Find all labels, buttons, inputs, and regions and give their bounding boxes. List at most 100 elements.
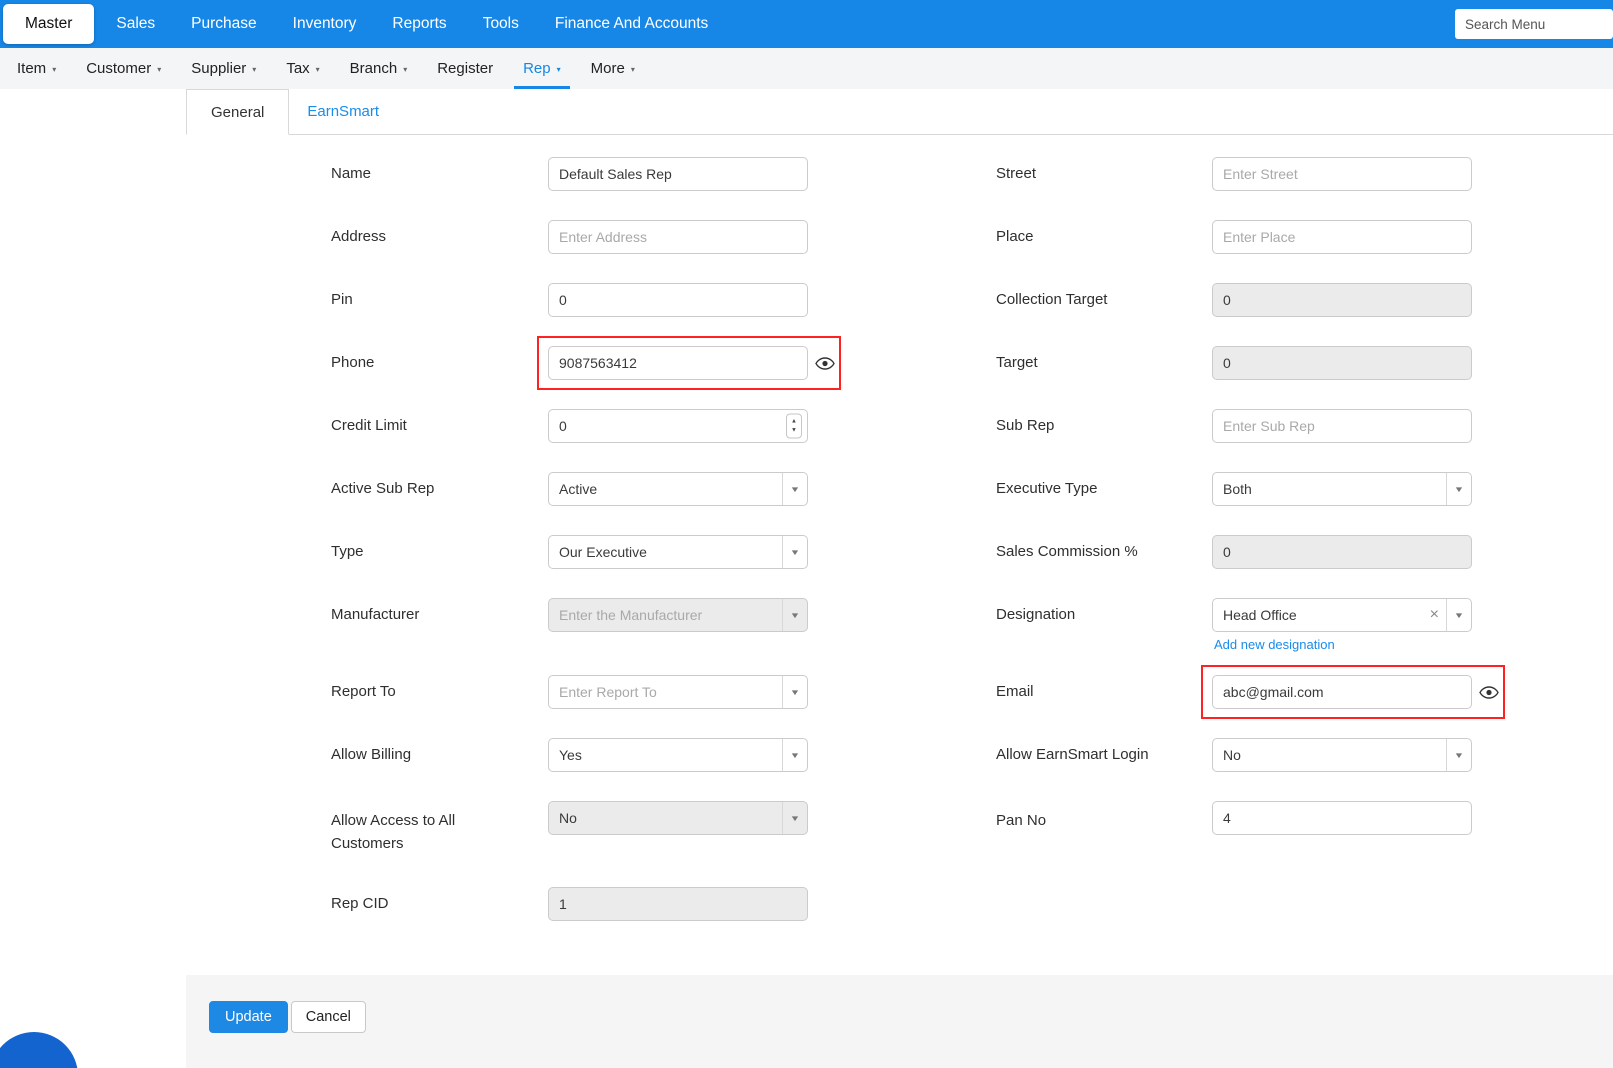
number-stepper[interactable]: ▲ ▼ xyxy=(786,414,802,439)
name-input[interactable] xyxy=(548,157,808,191)
form-row: Type Our Executive ▼ Sales Commission % xyxy=(331,535,1613,569)
target-input xyxy=(1212,346,1472,380)
subnav-label-item: Item xyxy=(17,60,46,77)
remove-designation-icon[interactable]: × xyxy=(1430,607,1439,623)
rep-form: Name Street Address Place Pin Collection… xyxy=(0,135,1613,921)
subnav-item-more[interactable]: More ▾ xyxy=(576,48,650,89)
add-new-designation-link[interactable]: Add new designation xyxy=(1214,637,1335,652)
top-nav-items: Master Sales Purchase Inventory Reports … xyxy=(3,0,726,48)
form-row: Pin Collection Target xyxy=(331,283,1613,317)
field-label-email: Email xyxy=(996,680,1212,703)
subnav-label-branch: Branch xyxy=(350,60,398,77)
select-value: Our Executive xyxy=(549,544,782,560)
email-input[interactable] xyxy=(1212,675,1472,709)
collection-target-input xyxy=(1212,283,1472,317)
rep-cid-input xyxy=(548,887,808,921)
form-row: Name Street xyxy=(331,157,1613,191)
chevron-down-icon: ▾ xyxy=(403,65,407,74)
chevron-down-icon: ▾ xyxy=(52,65,56,74)
designation-tag: Head Office xyxy=(1213,607,1430,623)
pan-no-input[interactable] xyxy=(1212,801,1472,835)
report-to-select[interactable]: Enter Report To ▼ xyxy=(548,675,808,709)
field-label-phone: Phone xyxy=(331,351,548,374)
select-value: No xyxy=(1213,747,1446,763)
field-label-name: Name xyxy=(331,162,548,185)
executive-type-select[interactable]: Both ▼ xyxy=(1212,472,1472,506)
place-input[interactable] xyxy=(1212,220,1472,254)
form-row: Report To Enter Report To ▼ Email xyxy=(331,675,1613,709)
field-label-rep-cid: Rep CID xyxy=(331,892,548,915)
pin-input[interactable] xyxy=(548,283,808,317)
credit-limit-input[interactable] xyxy=(548,409,808,443)
search-menu-input[interactable] xyxy=(1455,9,1613,39)
active-sub-rep-select[interactable]: Active ▼ xyxy=(548,472,808,506)
field-label-sales-commission: Sales Commission % xyxy=(996,540,1212,563)
designation-select[interactable]: Head Office × ▼ xyxy=(1212,598,1472,632)
field-label-place: Place xyxy=(996,225,1212,248)
subnav-item-customer[interactable]: Customer ▾ xyxy=(71,48,176,89)
tab-general[interactable]: General xyxy=(186,89,289,135)
subnav-item-register[interactable]: Register xyxy=(422,48,508,89)
field-label-executive-type: Executive Type xyxy=(996,477,1212,500)
field-label-address: Address xyxy=(331,225,548,248)
field-label-sub-rep: Sub Rep xyxy=(996,414,1212,437)
nav-finance-and-accounts[interactable]: Finance And Accounts xyxy=(537,0,726,48)
nav-purchase[interactable]: Purchase xyxy=(173,0,274,48)
subnav-item-tax[interactable]: Tax ▾ xyxy=(271,48,334,89)
cancel-button[interactable]: Cancel xyxy=(291,1001,366,1033)
chevron-down-icon: ▼ xyxy=(1446,739,1471,771)
subnav-label-supplier: Supplier xyxy=(191,60,246,77)
phone-highlight-region xyxy=(548,346,835,380)
type-select[interactable]: Our Executive ▼ xyxy=(548,535,808,569)
stepper-down-icon: ▼ xyxy=(791,426,797,435)
chevron-down-icon: ▾ xyxy=(557,65,561,74)
field-label-credit-limit: Credit Limit xyxy=(331,414,548,437)
field-label-active-sub-rep: Active Sub Rep xyxy=(331,477,548,500)
select-value: Yes xyxy=(549,747,782,763)
field-label-report-to: Report To xyxy=(331,680,548,703)
nav-inventory[interactable]: Inventory xyxy=(275,0,375,48)
chevron-down-icon: ▼ xyxy=(782,473,807,505)
nav-reports[interactable]: Reports xyxy=(374,0,464,48)
email-highlight-region xyxy=(1212,675,1499,709)
subnav-label-register: Register xyxy=(437,60,493,77)
chevron-down-icon: ▼ xyxy=(1446,599,1471,631)
subnav-item-item[interactable]: Item ▾ xyxy=(2,48,71,89)
subnav-item-supplier[interactable]: Supplier ▾ xyxy=(176,48,271,89)
sub-navbar: Item ▾ Customer ▾ Supplier ▾ Tax ▾ Branc… xyxy=(0,48,1613,89)
form-row: Phone Target xyxy=(331,346,1613,380)
nav-tools[interactable]: Tools xyxy=(465,0,537,48)
chevron-down-icon: ▼ xyxy=(782,676,807,708)
subnav-label-rep: Rep xyxy=(523,60,551,77)
subnav-item-rep[interactable]: Rep ▾ xyxy=(508,48,576,89)
allow-billing-select[interactable]: Yes ▼ xyxy=(548,738,808,772)
allow-earnsmart-login-select[interactable]: No ▼ xyxy=(1212,738,1472,772)
field-label-designation: Designation xyxy=(996,603,1212,626)
chevron-down-icon: ▾ xyxy=(157,65,161,74)
nav-sales[interactable]: Sales xyxy=(98,0,173,48)
subnav-item-branch[interactable]: Branch ▾ xyxy=(335,48,423,89)
field-label-target: Target xyxy=(996,351,1212,374)
field-label-allow-access: Allow Access to All Customers xyxy=(331,801,548,856)
chevron-down-icon: ▼ xyxy=(782,802,807,834)
sales-commission-input xyxy=(1212,535,1472,569)
content-panel: General EarnSmart Name Street Address Pl… xyxy=(0,89,1613,1068)
stepper-up-icon: ▲ xyxy=(791,417,797,426)
sub-rep-input[interactable] xyxy=(1212,409,1472,443)
field-label-pan-no: Pan No xyxy=(996,801,1212,832)
field-label-pin: Pin xyxy=(331,288,548,311)
eye-icon[interactable] xyxy=(1479,686,1499,699)
street-input[interactable] xyxy=(1212,157,1472,191)
address-input[interactable] xyxy=(548,220,808,254)
top-navbar: Master Sales Purchase Inventory Reports … xyxy=(0,0,1613,48)
phone-input[interactable] xyxy=(548,346,808,380)
form-row: Credit Limit ▲ ▼ Sub Rep xyxy=(331,409,1613,443)
form-row: Manufacturer Enter the Manufacturer ▼ De… xyxy=(331,598,1613,632)
rep-master-page: Master Sales Purchase Inventory Reports … xyxy=(0,0,1613,1068)
subnav-label-more: More xyxy=(591,60,625,77)
tab-earnsmart[interactable]: EarnSmart xyxy=(289,89,397,134)
nav-master[interactable]: Master xyxy=(3,4,94,44)
subnav-label-tax: Tax xyxy=(286,60,309,77)
update-button[interactable]: Update xyxy=(209,1001,288,1033)
eye-icon[interactable] xyxy=(815,357,835,370)
